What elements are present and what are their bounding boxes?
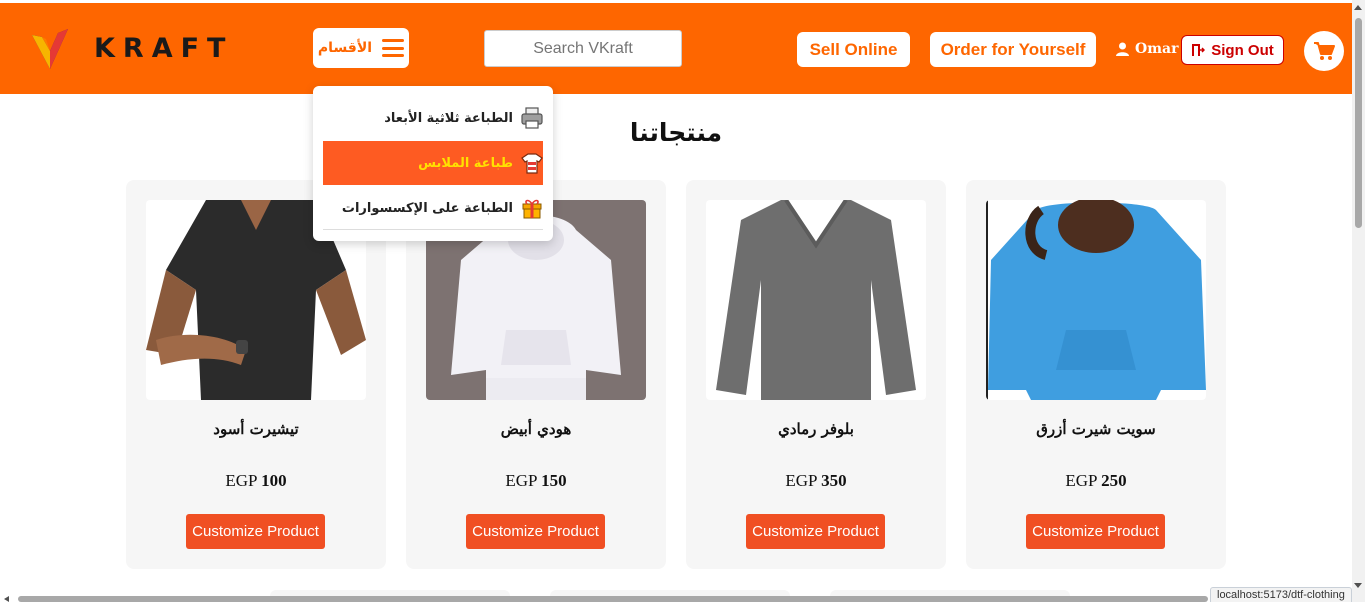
product-name: سويت شيرت أزرق — [1036, 420, 1156, 438]
scroll-up-arrow-icon[interactable] — [1354, 5, 1362, 10]
customize-product-button[interactable]: Customize Product — [746, 514, 885, 549]
search-input[interactable] — [484, 30, 682, 67]
product-card: سويت شيرت أزرق EGP 250 Customize Product — [966, 180, 1226, 569]
product-price-value: 350 — [821, 471, 847, 490]
product-price: EGP 100 — [126, 471, 386, 491]
kraft-logo[interactable]: KRAFT — [28, 25, 238, 73]
product-price: EGP 150 — [406, 471, 666, 491]
status-bar-url: localhost:5173/dtf-clothing — [1210, 587, 1352, 602]
sign-out-label: Sign Out — [1211, 41, 1274, 59]
dropdown-item-label: الطباعة ثلاثية الأبعاد — [384, 110, 513, 126]
tshirt-icon — [521, 153, 543, 174]
customize-product-button[interactable]: Customize Product — [466, 514, 605, 549]
vertical-scroll-thumb[interactable] — [1355, 18, 1362, 228]
dropdown-item-clothing-printing[interactable]: طباعة الملابس — [323, 141, 543, 185]
dropdown-item-3d-printing[interactable]: الطباعة ثلاثية الأبعاد — [323, 96, 543, 140]
hamburger-menu-icon — [382, 39, 405, 57]
categories-dropdown: الطباعة ثلاثية الأبعاد طباعة الملابس الط… — [313, 86, 553, 241]
blue-sweatshirt-image — [986, 200, 1206, 400]
product-name: بلوفر رمادي — [778, 420, 854, 438]
order-for-yourself-button[interactable]: Order for Yourself — [930, 32, 1096, 67]
categories-menu-label: الأقسام — [317, 40, 373, 56]
gift-icon — [522, 199, 542, 219]
product-image[interactable] — [986, 200, 1206, 400]
user-account[interactable]: Omar — [1116, 41, 1178, 57]
product-name: هودي أبيض — [500, 420, 572, 438]
customize-product-button[interactable]: Customize Product — [186, 514, 325, 549]
dropdown-item-label: طباعة الملابس — [418, 155, 513, 171]
scroll-left-arrow-icon[interactable] — [4, 596, 9, 602]
sell-online-button[interactable]: Sell Online — [797, 32, 910, 67]
dropdown-item-accessories-printing[interactable]: الطباعة على الإكسسوارات — [323, 186, 543, 230]
user-name: Omar — [1135, 41, 1179, 57]
vertical-scrollbar[interactable] — [1352, 0, 1365, 602]
kraft-logo-text: KRAFT — [94, 33, 234, 64]
product-image[interactable] — [706, 200, 926, 400]
product-currency: EGP — [1065, 471, 1097, 490]
scroll-down-arrow-icon[interactable] — [1354, 583, 1362, 588]
section-title: منتجاتنا — [629, 118, 723, 147]
categories-menu-button[interactable]: الأقسام — [313, 28, 409, 68]
kraft-logo-mark-icon — [32, 29, 68, 69]
product-card: بلوفر رمادي EGP 350 Customize Product — [686, 180, 946, 569]
shopping-cart-icon — [1314, 42, 1335, 60]
product-currency: EGP — [505, 471, 537, 490]
grey-sweater-image — [706, 200, 926, 400]
product-price: EGP 350 — [686, 471, 946, 491]
product-currency: EGP — [225, 471, 257, 490]
product-name: تيشيرت أسود — [213, 420, 299, 438]
product-price-value: 150 — [541, 471, 567, 490]
product-currency: EGP — [785, 471, 817, 490]
product-price-value: 100 — [261, 471, 287, 490]
page: KRAFT الأقسام Sell Online Order for Your… — [0, 0, 1365, 602]
printer-icon — [521, 107, 543, 129]
user-icon — [1116, 42, 1129, 56]
top-navbar: KRAFT الأقسام Sell Online Order for Your… — [0, 0, 1352, 94]
sign-out-door-icon — [1192, 44, 1206, 56]
customize-product-button[interactable]: Customize Product — [1026, 514, 1165, 549]
product-price: EGP 250 — [966, 471, 1226, 491]
dropdown-divider — [323, 229, 543, 230]
sign-out-button[interactable]: Sign Out — [1181, 35, 1284, 65]
cart-button[interactable] — [1304, 31, 1344, 71]
horizontal-scroll-thumb[interactable] — [18, 596, 1208, 602]
dropdown-item-label: الطباعة على الإكسسوارات — [341, 200, 513, 216]
product-price-value: 250 — [1101, 471, 1127, 490]
